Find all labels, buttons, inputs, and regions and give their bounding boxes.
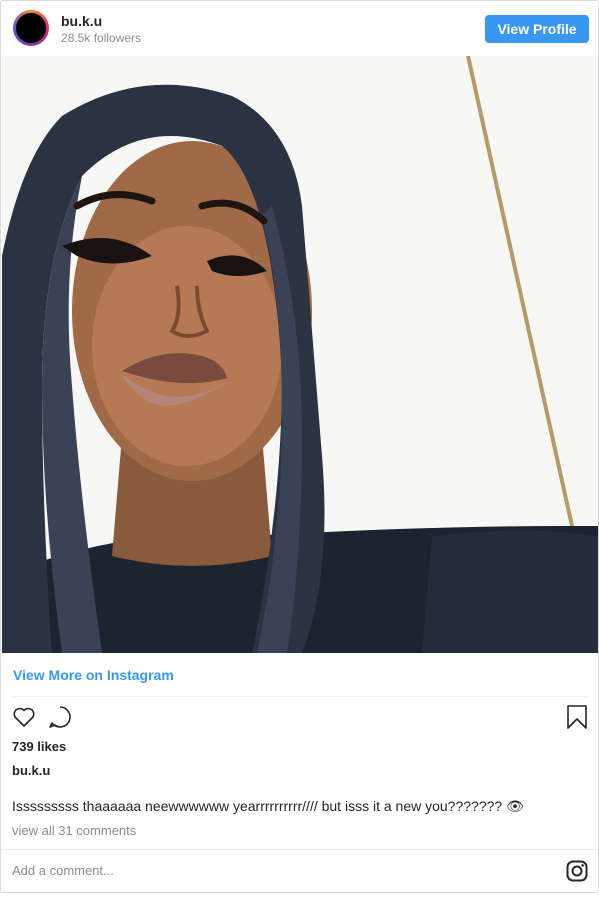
divider (13, 696, 587, 697)
add-comment-input[interactable]: Add a comment... (12, 863, 114, 878)
post-photo[interactable] (2, 56, 598, 653)
post-header: bu.k.u 28.5k followers View Profile (1, 1, 598, 55)
divider (1, 849, 598, 850)
view-more-link[interactable]: View More on Instagram (13, 667, 174, 683)
follower-count: 28.5k followers (61, 31, 142, 45)
caption-text: Isssssssss thaaaaaa neewwwwww yearrrrrrr… (12, 798, 524, 814)
avatar-image (16, 13, 46, 43)
instagram-embed-card: bu.k.u 28.5k followers View Profile View… (0, 0, 599, 893)
caption-username[interactable]: bu.k.u (12, 763, 50, 778)
comment-icon[interactable] (48, 705, 73, 734)
profile-username[interactable]: bu.k.u (61, 13, 102, 29)
view-comments-link[interactable]: view all 31 comments (12, 823, 136, 838)
instagram-logo-icon[interactable] (566, 860, 588, 887)
avatar[interactable] (13, 10, 49, 46)
view-profile-button[interactable]: View Profile (485, 15, 589, 43)
like-count[interactable]: 739 likes (12, 739, 66, 754)
heart-icon[interactable] (12, 706, 36, 733)
bookmark-icon[interactable] (566, 705, 588, 734)
